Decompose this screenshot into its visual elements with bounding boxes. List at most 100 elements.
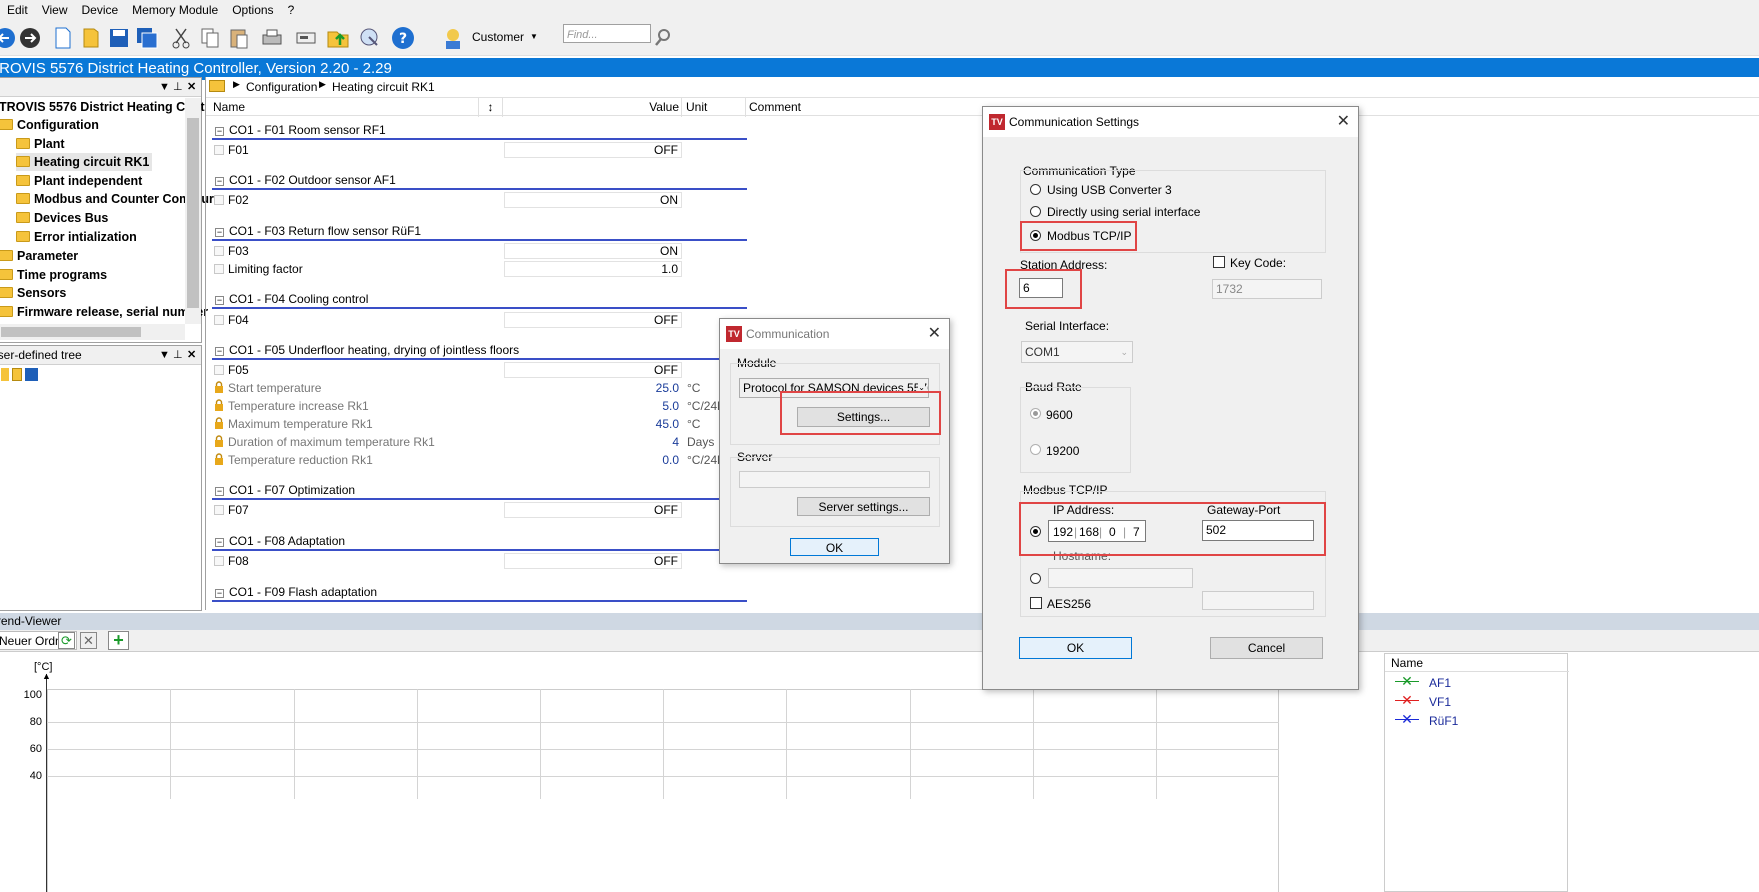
folder-icon [0,269,13,280]
cut-icon[interactable] [168,25,194,51]
collapse-icon[interactable]: − [215,589,224,598]
col-comment[interactable]: Comment [749,98,801,117]
add-icon[interactable]: + [108,631,129,650]
online-icon[interactable] [357,25,383,51]
open-icon[interactable] [12,368,22,381]
menu-help[interactable]: ? [281,0,302,21]
customer-select[interactable]: Customer ▼ [472,26,542,48]
save-icon[interactable] [106,25,132,51]
menu-memory-module[interactable]: Memory Module [125,0,225,21]
ok-button[interactable]: OK [1019,637,1132,659]
radio-hostname[interactable] [1030,573,1041,584]
sort-icon[interactable]: ↕ [478,98,503,117]
save-all-icon[interactable] [134,25,160,51]
close-icon[interactable]: ✕ [928,319,941,349]
close-icon[interactable]: ✕ [1337,107,1350,137]
key-code-checkbox[interactable] [1213,256,1225,268]
radio-serial-interface[interactable] [1030,206,1041,217]
col-name[interactable]: Name [213,98,245,117]
collapse-icon[interactable]: − [215,296,224,305]
tree-item-heating-circuit[interactable]: Heating circuit RK1 [16,153,153,171]
menu-view[interactable]: View [35,0,75,21]
pin-icon[interactable]: ⊥ [173,78,183,97]
tree-item-time-programs[interactable]: Time programs [0,266,107,284]
group-f01[interactable]: − CO1 - F01 Room sensor RF1 [212,121,747,140]
print-icon[interactable] [259,25,285,51]
find-input[interactable]: Find... [563,24,651,43]
tree-item-firmware[interactable]: Firmware release, serial number [0,303,208,321]
search-icon[interactable] [650,25,676,51]
table-row: F08 OFF [212,552,747,570]
value-field[interactable]: ON [504,192,682,208]
group-f08[interactable]: − CO1 - F08 Adaptation [212,532,747,551]
tree-item-plant-independent[interactable]: Plant independent [16,172,142,190]
aes256-checkbox[interactable] [1030,597,1042,609]
tree-item-parameter[interactable]: Parameter [0,247,78,265]
server-settings-button[interactable]: Server settings... [797,497,930,516]
aes-key-input[interactable] [1202,591,1314,610]
group-f04[interactable]: − CO1 - F04 Cooling control [212,290,747,309]
breadcrumb-configuration[interactable]: Configuration [246,80,317,94]
breadcrumb-heating-circuit[interactable]: Heating circuit RK1 [332,80,435,94]
device-icon[interactable] [293,25,319,51]
value-field[interactable]: OFF [504,312,682,328]
collapse-icon[interactable]: − [215,538,224,547]
save-icon[interactable] [25,368,38,381]
ok-button[interactable]: OK [790,538,879,556]
paste-icon[interactable] [226,25,252,51]
collapse-icon[interactable]: − [215,347,224,356]
close-icon[interactable]: ✕ [187,346,196,365]
help-icon[interactable]: ? [390,25,416,51]
server-input[interactable] [739,471,930,488]
lock-icon [215,435,223,447]
delete-icon[interactable]: ✕ [80,632,97,649]
value-field[interactable]: 1.0 [504,261,682,277]
tree-item-plant[interactable]: Plant [16,135,65,153]
upload-icon[interactable] [325,25,351,51]
open-icon[interactable] [78,25,104,51]
value-field[interactable]: OFF [504,553,682,569]
folder-icon[interactable] [1,368,9,381]
copy-icon[interactable] [197,25,223,51]
value-field[interactable]: OFF [504,142,682,158]
tree-item-sensors[interactable]: Sensors [0,284,66,302]
collapse-icon[interactable]: − [215,177,224,186]
menu-options[interactable]: Options [225,0,280,21]
pin-icon[interactable]: ⊥ [173,346,183,365]
collapse-icon[interactable]: − [215,127,224,136]
horizontal-scrollbar[interactable] [0,324,185,340]
collapse-icon[interactable]: − [215,487,224,496]
key-code-input[interactable]: 1732 [1212,279,1322,299]
group-f09[interactable]: − CO1 - F09 Flash adaptation [212,583,747,602]
group-f05[interactable]: − CO1 - F05 Underfloor heating, drying of… [212,341,747,360]
value-field[interactable]: OFF [504,502,682,518]
refresh-icon[interactable]: ⟳ [58,632,75,649]
group-f07[interactable]: − CO1 - F07 Optimization [212,481,747,500]
menu-device[interactable]: Device [74,0,125,21]
group-f03[interactable]: − CO1 - F03 Return flow sensor RüF1 [212,222,747,241]
menu-edit[interactable]: Edit [0,0,35,21]
serial-interface-select[interactable]: COM1 ⌄ [1021,341,1133,363]
hostname-input[interactable] [1048,568,1193,588]
collapse-icon[interactable]: − [215,228,224,237]
col-value[interactable]: Value [626,98,682,117]
tree-item-configuration[interactable]: Configuration [0,116,99,134]
value-field[interactable]: OFF [504,362,682,378]
pane-dropdown-icon[interactable]: ▼ [159,346,170,365]
vertical-scrollbar[interactable] [185,98,201,324]
back-icon[interactable] [0,25,18,51]
tree-item-error-init[interactable]: Error intialization [16,228,137,246]
group-f02[interactable]: − CO1 - F02 Outdoor sensor AF1 [212,171,747,190]
radio-baud-19200[interactable] [1030,444,1041,455]
radio-baud-9600[interactable] [1030,408,1041,419]
cancel-button[interactable]: Cancel [1210,637,1323,659]
user-icon[interactable] [440,25,466,51]
tree-item-devices-bus[interactable]: Devices Bus [16,209,108,227]
pane-dropdown-icon[interactable]: ▼ [159,78,170,97]
radio-usb-converter[interactable] [1030,184,1041,195]
forward-icon[interactable] [17,25,43,51]
col-unit[interactable]: Unit [686,98,746,117]
close-icon[interactable]: ✕ [187,78,196,97]
new-file-icon[interactable] [50,25,76,51]
value-field[interactable]: ON [504,243,682,259]
